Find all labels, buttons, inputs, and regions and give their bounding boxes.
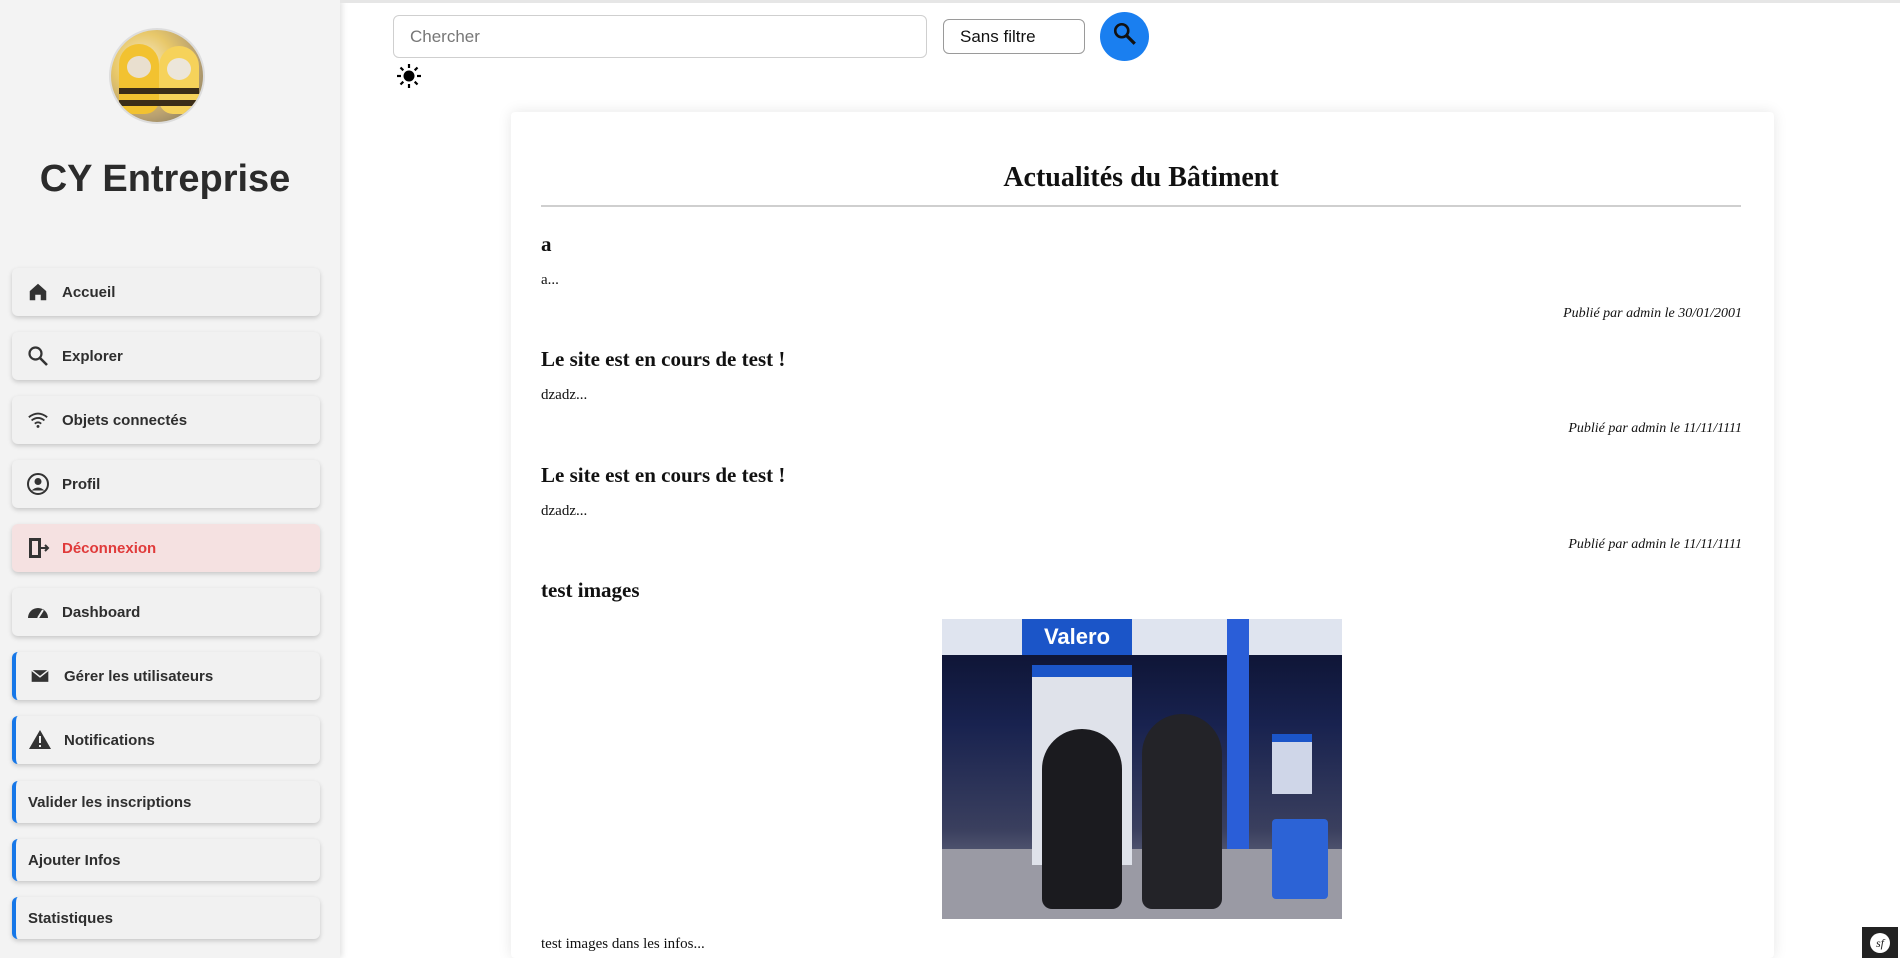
article-body: test images dans les infos...	[541, 936, 705, 952]
filter-select[interactable]: Sans filtre	[943, 19, 1085, 54]
mail-icon	[28, 664, 52, 688]
article-body: dzadz...	[541, 387, 588, 403]
article-title: a	[541, 232, 552, 256]
image-sign: Valero	[1022, 619, 1132, 655]
wifi-icon	[26, 408, 50, 432]
sidebar-item-accueil[interactable]: Accueil	[12, 268, 320, 316]
sidebar-item-profil[interactable]: Profil	[12, 460, 320, 508]
sidebar-item-deconnexion[interactable]: Déconnexion	[12, 524, 320, 572]
search-input[interactable]	[393, 15, 927, 58]
brand-title: CY Entreprise	[39, 158, 291, 200]
article-meta: Publié par admin le 30/01/2001	[1563, 306, 1742, 321]
symfony-toolbar-icon[interactable]: sf	[1862, 927, 1898, 958]
news-card: Actualités du Bâtiment a a... Publié par…	[511, 112, 1774, 958]
sidebar-item-label: Gérer les utilisateurs	[64, 667, 214, 685]
avatar	[109, 28, 205, 124]
sidebar-item-label: Explorer	[62, 347, 123, 365]
search-icon	[26, 344, 50, 368]
sidebar-item-label: Notifications	[64, 731, 155, 749]
sidebar-item-gerer-utilisateurs[interactable]: Gérer les utilisateurs	[12, 652, 320, 700]
gauge-icon	[26, 600, 50, 624]
sidebar-item-explorer[interactable]: Explorer	[12, 332, 320, 380]
sidebar-item-notifications[interactable]: Notifications	[12, 716, 320, 764]
sun-icon[interactable]	[395, 62, 423, 90]
title-divider	[541, 205, 1741, 207]
search-button[interactable]	[1100, 12, 1149, 61]
article-meta: Publié par admin le 11/11/1111	[1568, 421, 1742, 436]
warning-icon	[28, 728, 52, 752]
sidebar-item-label: Profil	[62, 475, 101, 493]
sidebar-item-label: Dashboard	[62, 603, 141, 621]
article-body: a...	[541, 272, 559, 288]
article-title: Le site est en cours de test !	[541, 347, 786, 371]
sidebar-item-valider-inscriptions[interactable]: Valider les inscriptions	[12, 781, 320, 823]
sidebar-item-label: Déconnexion	[62, 539, 157, 557]
sidebar-item-objets-connectes[interactable]: Objets connectés	[12, 396, 320, 444]
sidebar-item-label: Ajouter Infos	[28, 851, 121, 869]
article-title: Le site est en cours de test !	[541, 463, 786, 487]
sidebar-item-ajouter-infos[interactable]: Ajouter Infos	[12, 839, 320, 881]
sidebar-item-label: Statistiques	[28, 909, 114, 927]
search-icon	[1112, 21, 1138, 52]
article-image: Valero	[942, 619, 1342, 919]
home-icon	[26, 280, 50, 304]
sidebar-item-label: Valider les inscriptions	[28, 793, 192, 811]
logout-icon	[26, 536, 50, 560]
sidebar-item-label: Accueil	[62, 283, 116, 301]
sidebar-item-label: Objets connectés	[62, 411, 188, 429]
article-meta: Publié par admin le 11/11/1111	[1568, 537, 1742, 552]
sidebar-item-dashboard[interactable]: Dashboard	[12, 588, 320, 636]
top-divider	[340, 0, 1900, 3]
sidebar-item-statistiques[interactable]: Statistiques	[12, 897, 320, 939]
sidebar: CY Entreprise Accueil Explorer Objets co…	[0, 0, 340, 958]
article-title: test images	[541, 578, 640, 602]
page-title: Actualités du Bâtiment	[1003, 162, 1279, 193]
article-body: dzadz...	[541, 503, 588, 519]
user-circle-icon	[26, 472, 50, 496]
